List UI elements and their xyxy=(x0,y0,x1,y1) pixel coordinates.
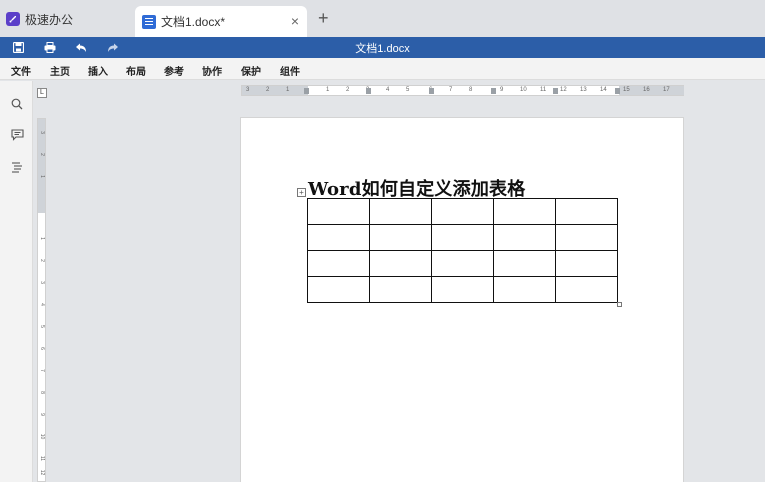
ruler-number: 2 xyxy=(39,153,45,156)
table-cell[interactable] xyxy=(431,198,494,225)
table-cell[interactable] xyxy=(493,198,556,225)
horizontal-ruler[interactable]: 3 2 1 1 2 3 4 5 6 7 8 9 10 11 12 13 14 1… xyxy=(241,85,684,96)
menu-components[interactable]: 组件 xyxy=(280,63,300,78)
table-cell[interactable] xyxy=(555,250,618,277)
ruler-number: 14 xyxy=(600,87,607,93)
quick-access-toolbar: 文档1.docx xyxy=(0,37,765,58)
ruler-number: 10 xyxy=(520,87,527,93)
ruler-number: 1 xyxy=(39,175,45,178)
menu-home[interactable]: 主页 xyxy=(50,63,70,78)
left-sidebar xyxy=(0,81,33,482)
ruler-number: 2 xyxy=(39,259,45,262)
new-tab-button[interactable]: + xyxy=(318,8,329,28)
ruler-number: 13 xyxy=(580,87,587,93)
table-cell[interactable] xyxy=(493,276,556,303)
ruler-number: 9 xyxy=(500,87,504,93)
column-marker[interactable] xyxy=(366,88,371,94)
menu-insert[interactable]: 插入 xyxy=(88,63,108,78)
ruler-number: 15 xyxy=(623,87,630,93)
menu-layout[interactable]: 布局 xyxy=(126,63,146,78)
ruler-number: 12 xyxy=(39,469,45,476)
ruler-number: 16 xyxy=(643,87,650,93)
table-cell[interactable] xyxy=(369,198,432,225)
window-document-title: 文档1.docx xyxy=(355,43,410,55)
document-table[interactable] xyxy=(307,198,618,303)
table-row xyxy=(307,224,618,251)
search-icon[interactable] xyxy=(9,96,25,112)
ruler-number: 5 xyxy=(39,325,45,328)
ruler-number: 3 xyxy=(39,131,45,134)
table-cell[interactable] xyxy=(555,224,618,251)
ruler-number: 2 xyxy=(266,87,270,93)
table-cell[interactable] xyxy=(555,198,618,225)
table-cell[interactable] xyxy=(307,198,370,225)
document-page[interactable]: Word如何自定义添加表格 + xyxy=(240,117,684,482)
document-tab-label: 文档1.docx* xyxy=(161,15,226,29)
ruler-number: 8 xyxy=(39,391,45,394)
table-cell[interactable] xyxy=(369,224,432,251)
ruler-number: 10 xyxy=(39,433,45,440)
menu-file[interactable]: 文件 xyxy=(11,63,31,78)
table-cell[interactable] xyxy=(555,276,618,303)
rocket-icon xyxy=(6,12,20,26)
app-home-tab[interactable]: 极速办公 xyxy=(6,8,73,30)
column-marker[interactable] xyxy=(553,88,558,94)
menu-bar: 文件 主页 插入 布局 参考 协作 保护 组件 xyxy=(0,58,765,80)
vertical-ruler[interactable]: 3 2 1 1 2 3 4 5 6 7 8 9 10 11 12 xyxy=(37,118,46,482)
ruler-number: 7 xyxy=(39,369,45,372)
ruler-number: 9 xyxy=(39,413,45,416)
column-marker[interactable] xyxy=(615,88,620,94)
ruler-number: 1 xyxy=(326,87,330,93)
table-cell[interactable] xyxy=(307,250,370,277)
column-marker[interactable] xyxy=(304,88,309,94)
tab-stop-selector[interactable]: L xyxy=(37,88,47,98)
ruler-number: 8 xyxy=(469,87,473,93)
table-row xyxy=(307,250,618,277)
table-move-handle-icon[interactable]: + xyxy=(297,188,306,197)
document-icon xyxy=(142,14,156,29)
menu-collaborate[interactable]: 协作 xyxy=(202,63,222,78)
ruler-number: 11 xyxy=(39,455,45,462)
table-cell[interactable] xyxy=(307,224,370,251)
app-name-label: 极速办公 xyxy=(25,12,74,27)
ruler-number: 3 xyxy=(39,281,45,284)
ruler-number: 12 xyxy=(560,87,567,93)
column-marker[interactable] xyxy=(491,88,496,94)
table-cell[interactable] xyxy=(493,250,556,277)
menu-references[interactable]: 参考 xyxy=(164,63,184,78)
ruler-number: 4 xyxy=(39,303,45,306)
table-cell[interactable] xyxy=(431,250,494,277)
column-marker[interactable] xyxy=(429,88,434,94)
document-tab[interactable]: 文档1.docx* × xyxy=(135,6,307,37)
ruler-number: 17 xyxy=(663,87,670,93)
table-cell[interactable] xyxy=(431,224,494,251)
table-cell[interactable] xyxy=(369,276,432,303)
table-cell[interactable] xyxy=(431,276,494,303)
tab-strip: 极速办公 文档1.docx* × + xyxy=(0,0,765,37)
ruler-number: 2 xyxy=(346,87,350,93)
ruler-number: 1 xyxy=(286,87,290,93)
ruler-number: 1 xyxy=(39,237,45,240)
comment-icon[interactable] xyxy=(9,127,25,143)
ruler-number: 6 xyxy=(39,347,45,350)
table-cell[interactable] xyxy=(369,250,432,277)
ruler-number: 11 xyxy=(540,87,547,93)
table-cell[interactable] xyxy=(307,276,370,303)
close-tab-icon[interactable]: × xyxy=(291,12,299,30)
table-row xyxy=(307,198,618,225)
ruler-number: 3 xyxy=(246,87,250,93)
ruler-number: 4 xyxy=(386,87,390,93)
menu-protect[interactable]: 保护 xyxy=(241,63,261,78)
ruler-number: 5 xyxy=(406,87,410,93)
table-resize-handle[interactable] xyxy=(617,302,622,307)
table-cell[interactable] xyxy=(493,224,556,251)
outline-icon[interactable] xyxy=(9,159,25,175)
table-row xyxy=(307,276,618,303)
ruler-number: 7 xyxy=(449,87,453,93)
